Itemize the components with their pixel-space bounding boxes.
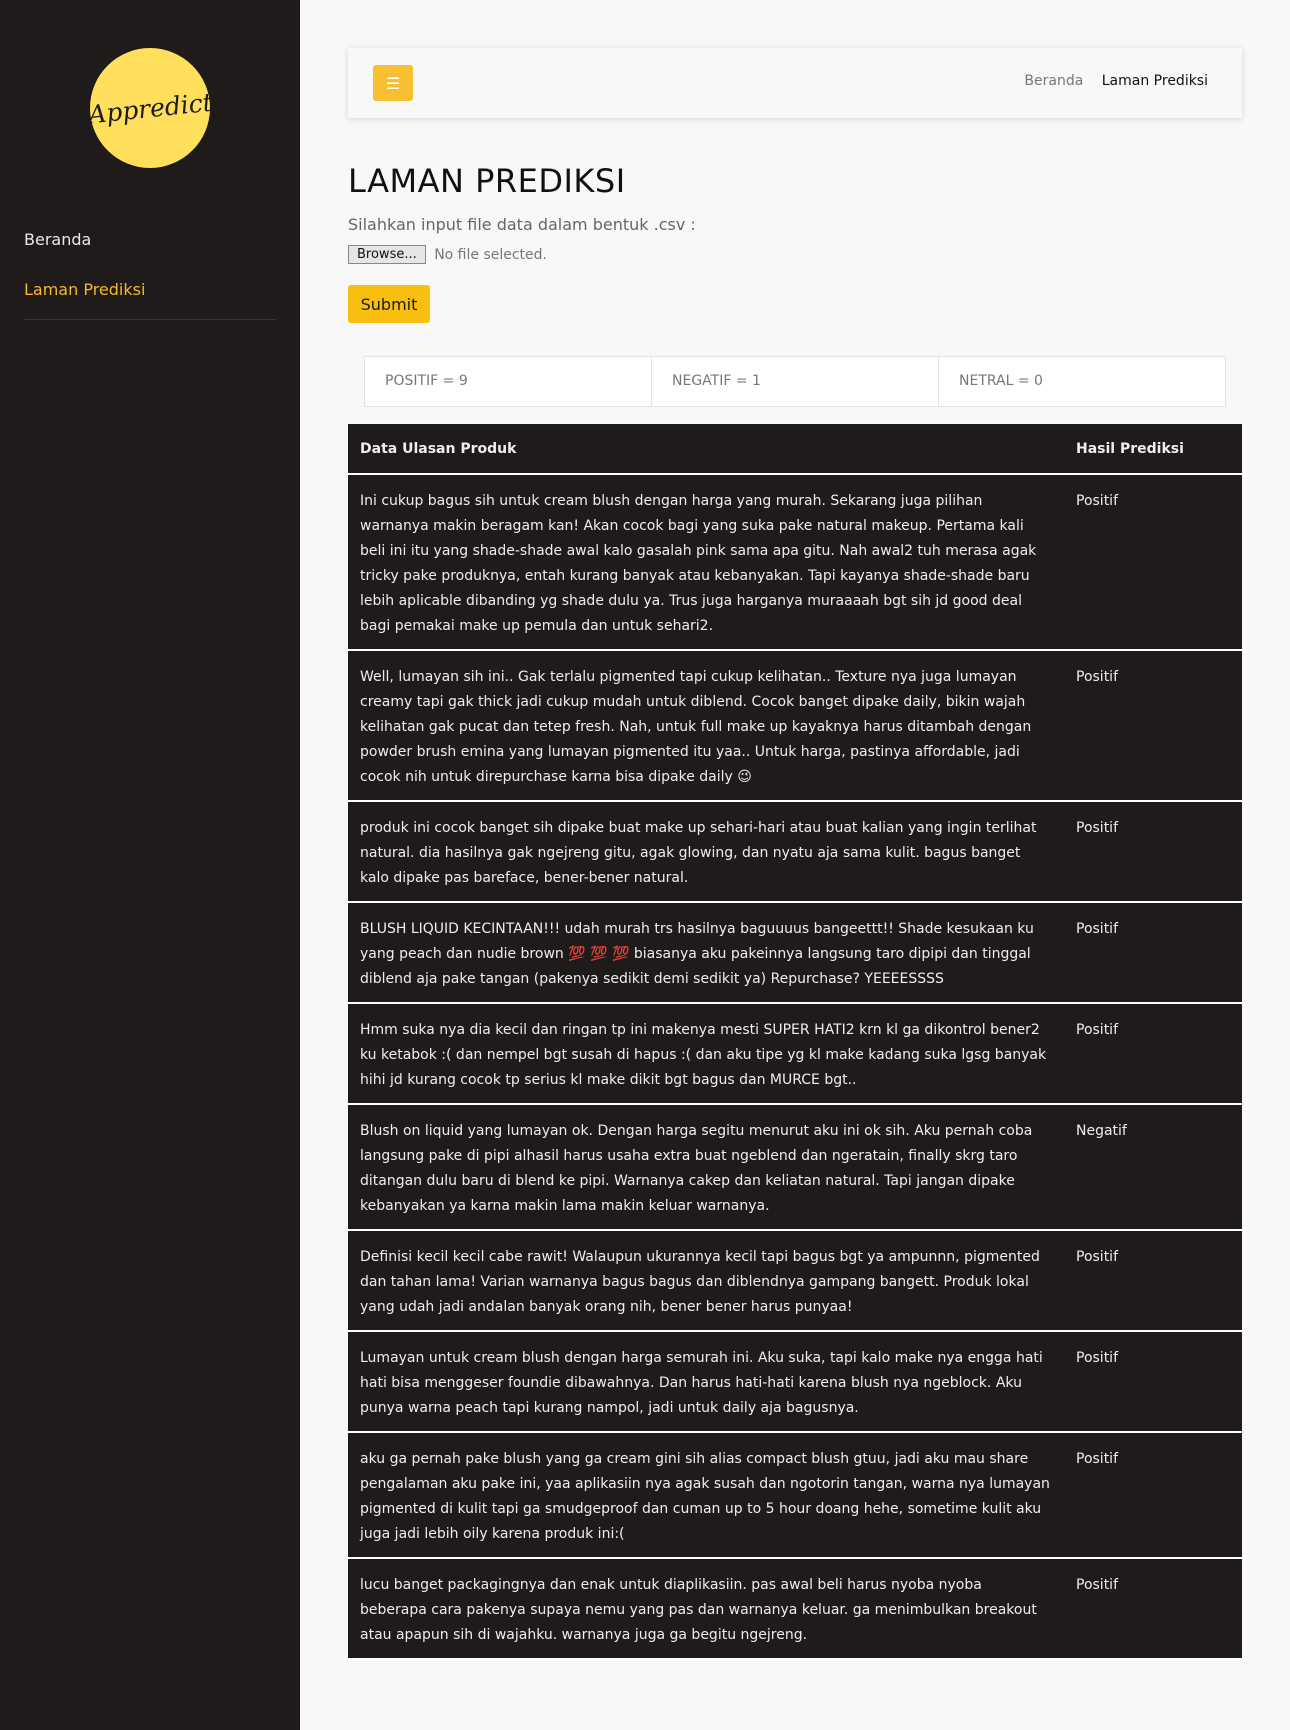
table-row: Definisi kecil kecil cabe rawit! Walaupu… [348, 1230, 1242, 1332]
prediction-label: Positif [1064, 801, 1242, 903]
review-text: Lumayan untuk cream blush dengan harga s… [348, 1331, 1064, 1433]
submit-button[interactable]: Submit [348, 285, 430, 323]
prediction-label: Positif [1064, 1003, 1242, 1105]
table-row: aku ga pernah pake blush yang ga cream g… [348, 1432, 1242, 1559]
prediction-label: Positif [1064, 650, 1242, 802]
review-text: aku ga pernah pake blush yang ga cream g… [348, 1432, 1064, 1559]
breadcrumb-laman-prediksi: Laman Prediksi [1101, 73, 1208, 89]
sidebar: Appredict Beranda Laman Prediksi [0, 0, 300, 1730]
review-text: produk ini cocok banget sih dipake buat … [348, 801, 1064, 903]
appredict-logo[interactable]: Appredict [86, 48, 214, 168]
prediction-label: Positif [1064, 1558, 1242, 1660]
file-status: No file selected. [434, 246, 547, 263]
sidebar-nav: Beranda Laman Prediksi [24, 220, 276, 320]
review-text: Blush on liquid yang lumayan ok. Dengan … [348, 1104, 1064, 1231]
table-row: Blush on liquid yang lumayan ok. Dengan … [348, 1104, 1242, 1231]
table-row: Hmm suka nya dia kecil dan ringan tp ini… [348, 1003, 1242, 1105]
breadcrumb-beranda[interactable]: Beranda [1024, 73, 1083, 89]
neutral-count: NETRAL = 0 [938, 356, 1226, 407]
review-text: lucu banget packagingnya dan enak untuk … [348, 1558, 1064, 1660]
file-input[interactable]: Browse... No file selected. [348, 245, 547, 264]
positive-count: POSITIF = 9 [364, 356, 651, 407]
review-text: Well, lumayan sih ini.. Gak terlalu pigm… [348, 650, 1064, 802]
page-title: LAMAN PREDIKSI [348, 162, 626, 200]
prediction-label: Positif [1064, 474, 1242, 651]
browse-button[interactable]: Browse... [348, 245, 426, 264]
upload-instruction: Silahkan input file data dalam bentuk .c… [348, 215, 696, 234]
results-table: Data Ulasan Produk Hasil Prediksi Ini cu… [348, 424, 1242, 1660]
review-text: Ini cukup bagus sih untuk cream blush de… [348, 474, 1064, 651]
sidebar-item-laman-prediksi[interactable]: Laman Prediksi [24, 270, 276, 320]
prediction-label: Positif [1064, 1230, 1242, 1332]
negative-count: NEGATIF = 1 [651, 356, 938, 407]
prediction-column-header: Hasil Prediksi [1064, 424, 1242, 475]
table-row: Well, lumayan sih ini.. Gak terlalu pigm… [348, 650, 1242, 802]
bars-icon: ☰ [385, 73, 401, 93]
table-row: Lumayan untuk cream blush dengan harga s… [348, 1331, 1242, 1433]
review-text: Definisi kecil kecil cabe rawit! Walaupu… [348, 1230, 1064, 1332]
table-row: lucu banget packagingnya dan enak untuk … [348, 1558, 1242, 1660]
prediction-label: Negatif [1064, 1104, 1242, 1231]
prediction-label: Positif [1064, 1331, 1242, 1433]
prediction-label: Positif [1064, 1432, 1242, 1559]
review-text: Hmm suka nya dia kecil dan ringan tp ini… [348, 1003, 1064, 1105]
table-body: Ini cukup bagus sih untuk cream blush de… [348, 474, 1242, 1660]
breadcrumb: Beranda Laman Prediksi [1010, 73, 1208, 89]
table-row: Ini cukup bagus sih untuk cream blush de… [348, 474, 1242, 651]
table-row: produk ini cocok banget sih dipake buat … [348, 801, 1242, 903]
table-header-row: Data Ulasan Produk Hasil Prediksi [348, 424, 1242, 475]
top-bar: ☰ Beranda Laman Prediksi [348, 48, 1242, 118]
sidebar-item-beranda[interactable]: Beranda [24, 220, 276, 270]
table-row: BLUSH LIQUID KECINTAAN!!! udah murah trs… [348, 902, 1242, 1004]
review-column-header: Data Ulasan Produk [348, 424, 1064, 475]
menu-toggle-button[interactable]: ☰ [373, 65, 413, 101]
prediction-summary: POSITIF = 9 NEGATIF = 1 NETRAL = 0 [364, 356, 1226, 407]
prediction-label: Positif [1064, 902, 1242, 1004]
review-text: BLUSH LIQUID KECINTAAN!!! udah murah trs… [348, 902, 1064, 1004]
